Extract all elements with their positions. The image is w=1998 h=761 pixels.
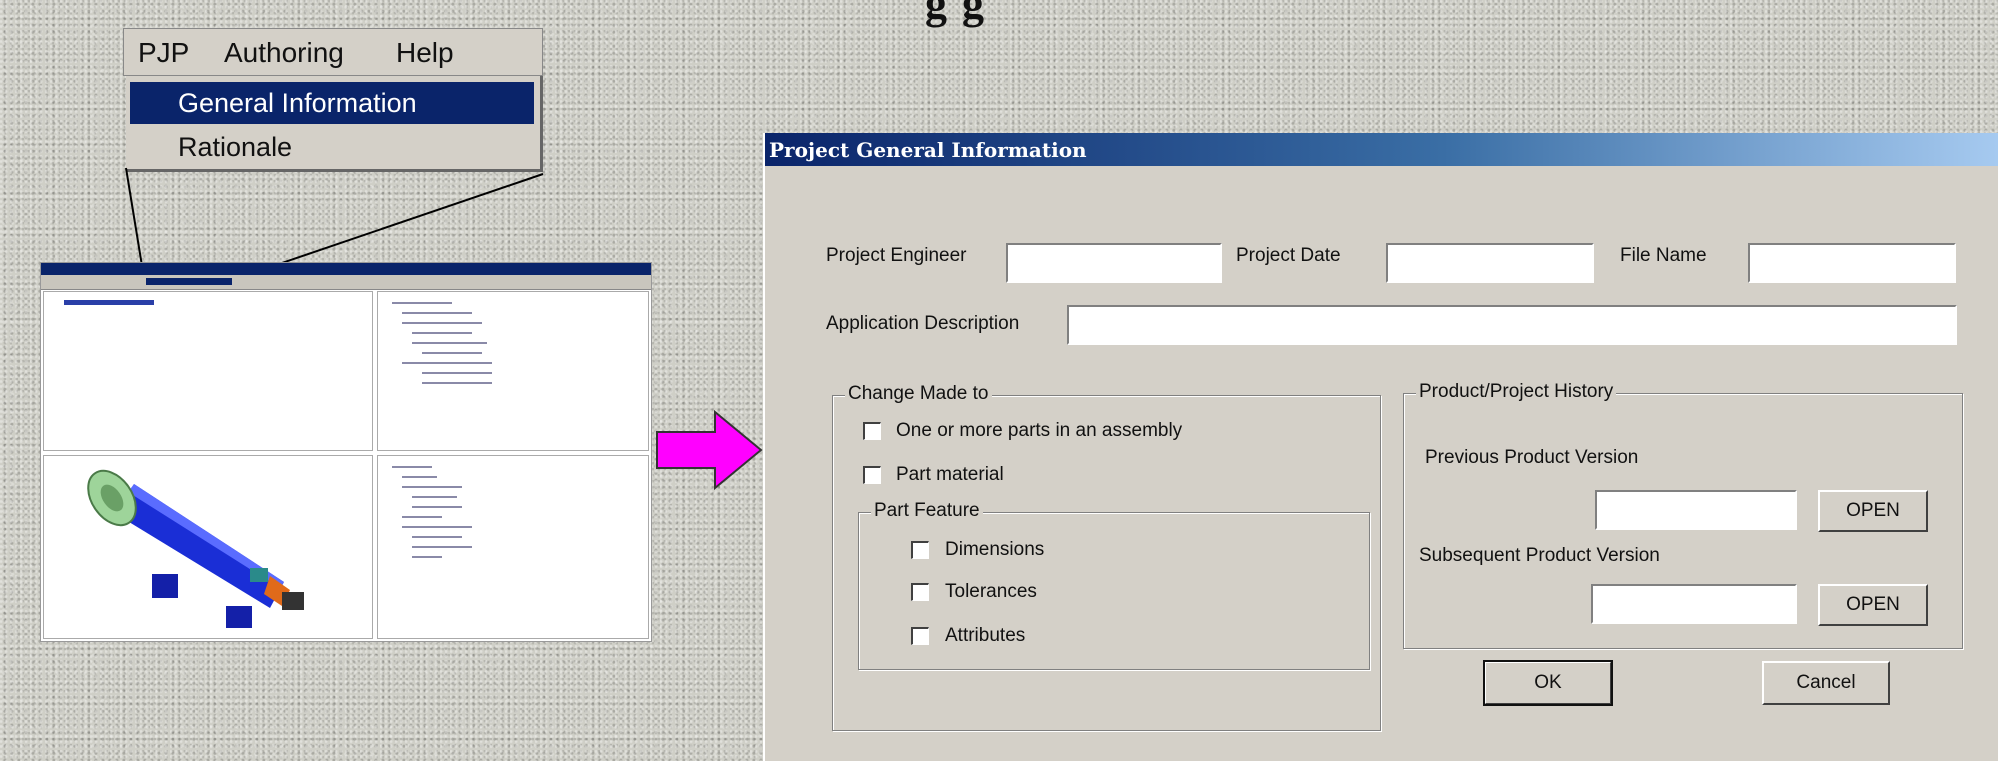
menu-help[interactable]: Help [396, 37, 454, 69]
menu-bar: PJP Authoring Help [123, 28, 543, 76]
slide-heading-fragment: g g [925, 0, 986, 28]
subsequent-version-field[interactable] [1591, 584, 1797, 624]
thumbnail-titlebar [41, 263, 651, 275]
assembly-parts-label: One or more parts in an assembly [896, 420, 1183, 441]
thumbnail-toolbar [41, 275, 651, 290]
application-description-field[interactable] [1067, 305, 1957, 345]
menu-pjp[interactable]: PJP [138, 37, 189, 69]
previous-version-label: Previous Product Version [1425, 447, 1639, 468]
open-subsequent-button[interactable]: OPEN [1818, 584, 1928, 626]
dimensions-checkbox[interactable] [911, 541, 929, 559]
dialog-titlebar[interactable]: Project General Information [765, 133, 1998, 166]
part-feature-group: Part Feature Dimensions Tolerances Attri… [858, 500, 1370, 670]
dialog-title: Project General Information [769, 138, 1087, 162]
thumbnail-pane-top-left [43, 291, 373, 451]
dimensions-label: Dimensions [945, 539, 1045, 560]
attributes-label: Attributes [945, 625, 1026, 646]
assembly-parts-checkbox[interactable] [863, 422, 881, 440]
thumbnail-menu-highlight [146, 278, 232, 285]
project-date-field[interactable] [1386, 243, 1594, 283]
menu-authoring[interactable]: Authoring [224, 37, 344, 69]
tolerances-label: Tolerances [945, 581, 1037, 602]
pipe-part-3d-image [87, 469, 304, 628]
file-name-label: File Name [1620, 245, 1707, 266]
open-previous-button[interactable]: OPEN [1818, 490, 1928, 532]
pjp-dropdown-menu: General Information Rationale [126, 76, 543, 172]
history-title: Product/Project History [1416, 381, 1617, 403]
change-made-to-title: Change Made to [845, 383, 992, 405]
project-engineer-label: Project Engineer [826, 245, 967, 266]
project-date-label: Project Date [1236, 245, 1341, 266]
magenta-arrow-icon [656, 410, 763, 490]
application-description-label: Application Description [826, 313, 1020, 334]
menu-item-general-information[interactable]: General Information [130, 82, 534, 124]
project-general-information-dialog: Project General Information Project Engi… [763, 133, 1998, 761]
subsequent-version-label: Subsequent Product Version [1419, 545, 1660, 566]
tolerances-checkbox[interactable] [911, 583, 929, 601]
application-thumbnail [40, 262, 652, 642]
thumbnail-pane-top-right [377, 291, 649, 451]
part-material-checkbox[interactable] [863, 466, 881, 484]
file-name-field[interactable] [1748, 243, 1956, 283]
cancel-button[interactable]: Cancel [1762, 661, 1890, 705]
ok-button[interactable]: OK [1483, 660, 1613, 706]
change-made-to-group: Change Made to One or more parts in an a… [832, 383, 1381, 731]
previous-version-field[interactable] [1595, 490, 1797, 530]
thumbnail-pane-3d-view [43, 455, 373, 639]
thumbnail-pane-bottom-right [377, 455, 649, 639]
product-project-history-group: Product/Project History Previous Product… [1403, 381, 1963, 649]
part-material-label: Part material [896, 464, 1004, 485]
part-feature-title: Part Feature [871, 500, 983, 522]
project-engineer-field[interactable] [1006, 243, 1222, 283]
menu-item-rationale[interactable]: Rationale [130, 126, 534, 168]
attributes-checkbox[interactable] [911, 627, 929, 645]
